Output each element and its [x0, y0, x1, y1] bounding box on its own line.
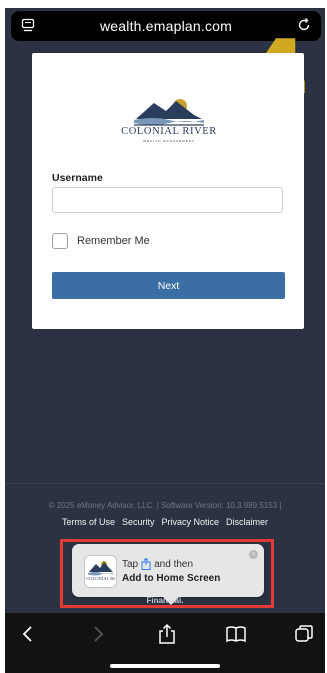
add-to-home-tooltip: COLONIAL RI Tap and then Add to Home Scr… — [72, 544, 264, 605]
disclaimer-link[interactable]: Disclaimer — [226, 517, 268, 527]
share-icon[interactable] — [156, 623, 178, 645]
logo-mountain-icon — [88, 561, 113, 576]
footer-links: Terms of Use Security Privacy Notice Dis… — [5, 517, 325, 527]
share-icon — [141, 558, 151, 570]
app-icon: COLONIAL RI — [84, 555, 117, 588]
security-link[interactable]: Security — [122, 517, 155, 527]
tooltip-instruction: Tap and then — [122, 558, 193, 570]
username-label: Username — [52, 172, 103, 184]
tooltip-tap-text: Tap — [122, 558, 139, 570]
terms-of-use-link[interactable]: Terms of Use — [62, 517, 115, 527]
browser-toolbar — [5, 613, 325, 673]
privacy-notice-link[interactable]: Privacy Notice — [162, 517, 220, 527]
logo-brand-name: COLONIAL RIVER — [121, 126, 217, 137]
remember-me-label[interactable]: Remember Me — [77, 235, 150, 247]
tooltip-add-to-home: Add to Home Screen — [122, 573, 221, 584]
app-icon-text: COLONIAL RI — [86, 576, 115, 581]
username-input[interactable] — [52, 187, 283, 213]
copyright-text: © 2025 eMoney Advisor, LLC. | Software V… — [48, 501, 282, 510]
close-icon[interactable]: × — [249, 550, 258, 559]
logo-mountain-icon — [134, 99, 204, 126]
bookmarks-icon[interactable] — [225, 623, 247, 645]
tooltip-arrow — [162, 596, 180, 605]
remember-me-checkbox[interactable] — [52, 233, 68, 249]
company-logo: COLONIAL RIVER WEALTH MANAGEMENT — [114, 93, 224, 145]
tabs-icon[interactable] — [293, 623, 315, 645]
login-card: COLONIAL RIVER WEALTH MANAGEMENT Usernam… — [32, 53, 304, 329]
remember-me-row[interactable]: Remember Me — [52, 233, 150, 249]
tooltip-and-then-text: and then — [154, 558, 194, 570]
home-indicator — [110, 664, 220, 668]
next-button[interactable]: Next — [52, 272, 285, 299]
back-icon[interactable] — [17, 623, 39, 645]
logo-tagline: WEALTH MANAGEMENT — [143, 139, 195, 143]
forward-icon[interactable] — [87, 623, 109, 645]
footer-divider — [5, 483, 325, 484]
phone-screen: wealth.emaplan.com 4 COLONIAL RIVER WEAL… — [5, 8, 325, 673]
